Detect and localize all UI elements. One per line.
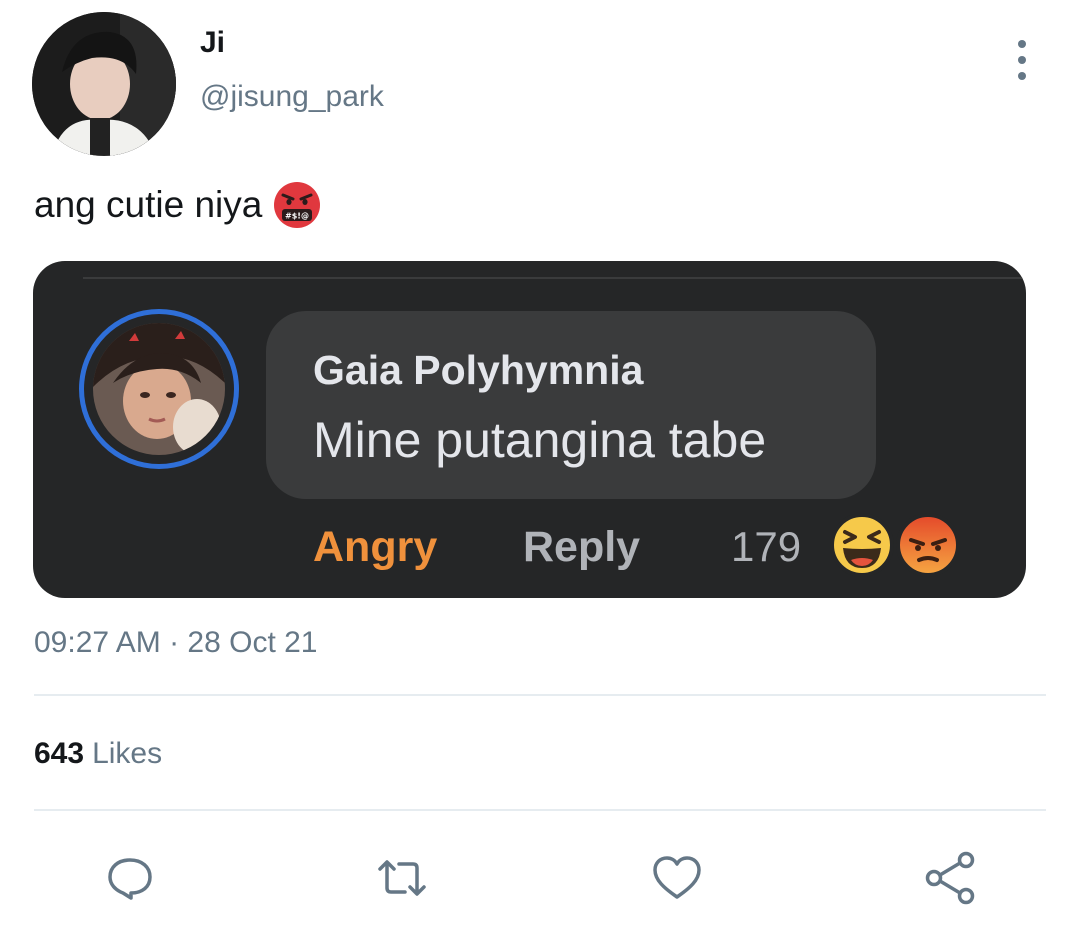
haha-reaction-icon bbox=[830, 513, 894, 577]
comment-text: Mine putangina tabe bbox=[313, 412, 767, 468]
more-options-icon[interactable] bbox=[1008, 40, 1036, 80]
reply-button[interactable] bbox=[100, 848, 160, 908]
svg-text:#$!@: #$!@ bbox=[285, 212, 309, 221]
embed-divider bbox=[83, 277, 1026, 279]
cursing-face-icon: #$!@ bbox=[274, 182, 321, 228]
comment-reaction-count: 179 bbox=[731, 523, 802, 570]
reply-icon bbox=[108, 858, 152, 900]
likes-count: 643 bbox=[34, 737, 85, 770]
share-icon bbox=[925, 851, 975, 905]
comment-reply-label: Reply bbox=[523, 523, 641, 571]
like-button[interactable] bbox=[647, 848, 707, 908]
comment-reaction-label: Angry bbox=[313, 523, 438, 571]
author-display-name[interactable]: Ji bbox=[200, 26, 225, 60]
retweet-icon bbox=[378, 860, 426, 896]
likes-label: Likes bbox=[92, 737, 163, 770]
tweet-text: ang cutie niya #$!@ bbox=[34, 180, 322, 230]
tweet-timestamp[interactable]: 09:27 AM · 28 Oct 21 bbox=[34, 626, 318, 660]
author-handle[interactable]: @jisung_park bbox=[200, 80, 384, 114]
like-icon bbox=[653, 856, 701, 899]
commenter-name: Gaia Polyhymnia bbox=[313, 347, 644, 393]
comment-bubble bbox=[266, 311, 876, 499]
angry-reaction-icon bbox=[896, 513, 960, 577]
divider bbox=[34, 809, 1046, 811]
share-button[interactable] bbox=[920, 848, 980, 908]
divider bbox=[34, 694, 1046, 696]
commenter-avatar bbox=[93, 323, 225, 455]
likes-stat[interactable]: 643 Likes bbox=[34, 737, 162, 771]
embedded-comment-screenshot[interactable]: Gaia Polyhymnia Mine putangina tabe Angr… bbox=[33, 261, 1026, 598]
tweet-body: ang cutie niya bbox=[34, 184, 263, 225]
retweet-button[interactable] bbox=[372, 848, 432, 908]
author-avatar[interactable] bbox=[32, 12, 176, 156]
